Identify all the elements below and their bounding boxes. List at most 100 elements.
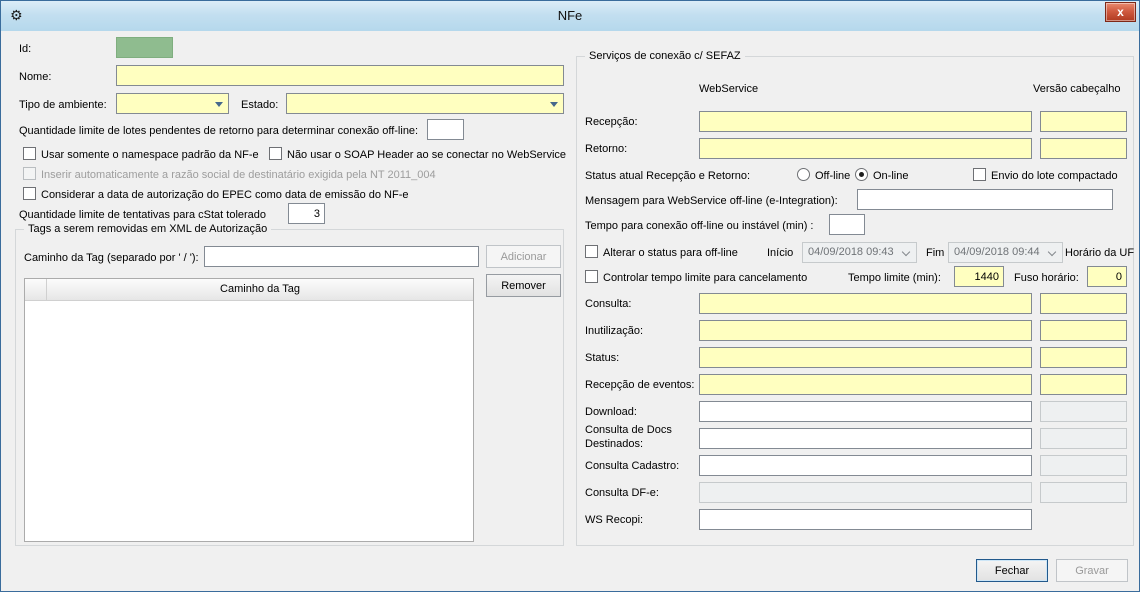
alterar-status-label: Alterar o status para off-line [603, 246, 738, 260]
estado-select[interactable] [286, 93, 564, 114]
inutilizacao-versao-input[interactable] [1040, 320, 1127, 341]
adicionar-button: Adicionar [486, 245, 561, 268]
considerar-epec-label: Considerar a data de autorização do EPEC… [41, 188, 408, 202]
chevron-down-icon [550, 102, 558, 107]
nfe-window: ⚙ NFe x Id: Nome: Tipo de ambiente: Esta… [0, 0, 1140, 592]
grid-corner-cell [25, 279, 47, 300]
alterar-status-checkbox[interactable] [585, 245, 598, 258]
recepcao-webservice-input[interactable] [699, 111, 1032, 132]
mensagem-offline-label: Mensagem para WebService off-line (e-Int… [585, 194, 838, 208]
recepcao-eventos-versao-input[interactable] [1040, 374, 1127, 395]
fuso-horario-input[interactable] [1087, 266, 1127, 287]
consulta-cadastro-versao-input [1040, 455, 1127, 476]
status-label: Status: [585, 351, 619, 365]
gravar-button: Gravar [1056, 559, 1128, 582]
consulta-webservice-input[interactable] [699, 293, 1032, 314]
tempo-conexao-label: Tempo para conexão off-line ou instável … [585, 219, 813, 233]
controlar-tempo-label: Controlar tempo limite para cancelamento [603, 271, 807, 285]
online-radio[interactable] [855, 168, 868, 181]
fim-datetime-value: 04/09/2018 09:44 [949, 243, 1062, 258]
tipo-ambiente-select[interactable] [116, 93, 229, 114]
consulta-cadastro-webservice-input[interactable] [699, 455, 1032, 476]
status-webservice-input[interactable] [699, 347, 1032, 368]
fim-datetime-picker: 04/09/2018 09:44 [948, 242, 1063, 263]
offline-radio-label: Off-line [815, 169, 850, 183]
download-label: Download: [585, 405, 637, 419]
sefaz-group-title: Serviços de conexão c/ SEFAZ [585, 49, 745, 63]
titlebar[interactable]: ⚙ NFe x [1, 1, 1139, 31]
cstat-input[interactable] [288, 203, 325, 224]
tempo-conexao-input[interactable] [829, 214, 865, 235]
inutilizacao-webservice-input[interactable] [699, 320, 1032, 341]
chevron-down-icon [215, 102, 223, 107]
versao-cabecalho-header: Versão cabeçalho [1033, 82, 1120, 96]
envio-lote-compactado-label: Envio do lote compactado [991, 169, 1118, 183]
cstat-label: Quantidade limite de tentativas para cSt… [19, 208, 266, 222]
nome-input[interactable] [116, 65, 564, 86]
tempo-limite-label: Tempo limite (min): [848, 271, 941, 285]
fechar-button[interactable]: Fechar [976, 559, 1048, 582]
retorno-versao-input[interactable] [1040, 138, 1127, 159]
consulta-label: Consulta: [585, 297, 631, 311]
caminho-tag-input[interactable] [204, 246, 479, 267]
considerar-epec-checkbox[interactable] [23, 187, 36, 200]
usar-namespace-label: Usar somente o namespace padrão da NF-e [41, 148, 259, 162]
id-field [116, 37, 173, 58]
consulta-docs-versao-input [1040, 428, 1127, 449]
ws-recopi-input[interactable] [699, 509, 1032, 530]
caminho-tag-label: Caminho da Tag (separado por ' / '): [24, 251, 199, 265]
recepcao-eventos-webservice-input[interactable] [699, 374, 1032, 395]
window-title: NFe [1, 8, 1139, 23]
retorno-webservice-input[interactable] [699, 138, 1032, 159]
download-webservice-input[interactable] [699, 401, 1032, 422]
inicio-datetime-value: 04/09/2018 09:43 [803, 243, 916, 258]
nome-label: Nome: [19, 70, 51, 84]
webservice-header: WebService [699, 82, 758, 96]
fim-label: Fim [926, 246, 944, 260]
estado-label: Estado: [241, 98, 278, 112]
recepcao-label: Recepção: [585, 115, 638, 129]
remover-button[interactable]: Remover [486, 274, 561, 297]
status-versao-input[interactable] [1040, 347, 1127, 368]
nao-usar-soap-checkbox[interactable] [269, 147, 282, 160]
recepcao-eventos-label: Recepção de eventos: [585, 378, 694, 392]
tags-group-title: Tags a serem removidas em XML de Autoriz… [24, 222, 271, 236]
tags-grid-body[interactable] [25, 301, 473, 542]
grid-column-header: Caminho da Tag [47, 279, 473, 300]
retorno-label: Retorno: [585, 142, 627, 156]
ws-recopi-label: WS Recopi: [585, 513, 643, 527]
nao-usar-soap-label: Não usar o SOAP Header ao se conectar no… [287, 148, 566, 162]
tempo-limite-input[interactable] [954, 266, 1004, 287]
tipo-ambiente-label: Tipo de ambiente: [19, 98, 107, 112]
sefaz-group: Serviços de conexão c/ SEFAZ WebService … [576, 56, 1134, 546]
lotes-pendentes-input[interactable] [427, 119, 464, 140]
download-versao-input [1040, 401, 1127, 422]
consulta-dfe-webservice-input [699, 482, 1032, 503]
consulta-dfe-versao-input [1040, 482, 1127, 503]
consulta-versao-input[interactable] [1040, 293, 1127, 314]
offline-radio[interactable] [797, 168, 810, 181]
tags-group: Tags a serem removidas em XML de Autoriz… [15, 229, 564, 546]
fuso-horario-label: Fuso horário: [1014, 271, 1079, 285]
consulta-dfe-label: Consulta DF-e: [585, 486, 659, 500]
tags-grid-header: Caminho da Tag [25, 279, 473, 301]
close-icon: x [1117, 5, 1124, 19]
tags-grid[interactable]: Caminho da Tag [24, 278, 474, 542]
inicio-label: Início [767, 246, 793, 260]
online-radio-label: On-line [873, 169, 908, 183]
consulta-docs-label: Consulta de Docs Destinados: [585, 423, 697, 451]
close-button[interactable]: x [1105, 2, 1136, 22]
horario-uf-label: Horário da UF [1065, 246, 1134, 260]
lotes-pendentes-label: Quantidade limite de lotes pendentes de … [19, 124, 418, 138]
recepcao-versao-input[interactable] [1040, 111, 1127, 132]
inserir-razao-social-checkbox [23, 167, 36, 180]
id-label: Id: [19, 42, 31, 56]
inserir-razao-social-label: Inserir automaticamente a razão social d… [41, 168, 436, 182]
mensagem-offline-input[interactable] [857, 189, 1113, 210]
usar-namespace-checkbox[interactable] [23, 147, 36, 160]
inutilizacao-label: Inutilização: [585, 324, 643, 338]
controlar-tempo-checkbox[interactable] [585, 270, 598, 283]
consulta-docs-webservice-input[interactable] [699, 428, 1032, 449]
envio-lote-compactado-checkbox[interactable] [973, 168, 986, 181]
inicio-datetime-picker: 04/09/2018 09:43 [802, 242, 917, 263]
